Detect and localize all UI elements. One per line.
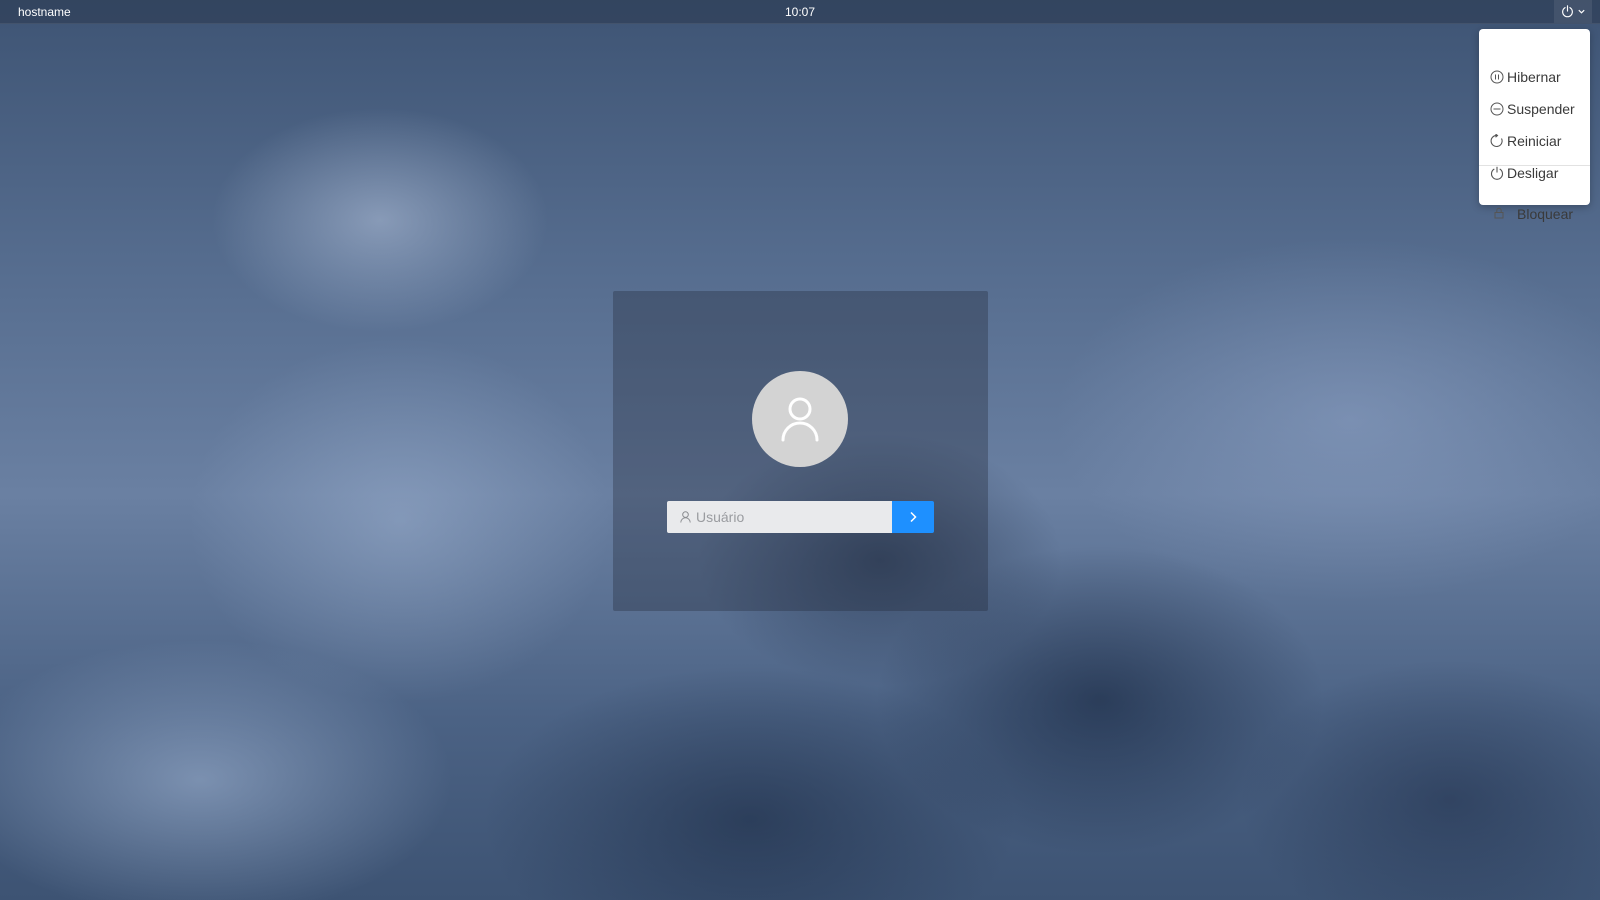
menu-item-label: Hibernar	[1507, 69, 1561, 85]
menu-item-suspend[interactable]: Suspender	[1479, 94, 1590, 124]
username-field[interactable]	[667, 501, 892, 533]
suspend-icon	[1490, 102, 1504, 116]
menu-item-label: Desligar	[1507, 165, 1559, 181]
power-dropdown-menu: Hibernar Suspender Reiniciar Desligar Bl…	[1479, 29, 1590, 222]
power-menu-button[interactable]	[1554, 0, 1592, 23]
clock: 10:07	[784, 5, 816, 19]
menu-item-label: Bloquear	[1517, 206, 1574, 222]
chevron-down-icon	[1577, 7, 1586, 16]
login-screen: hostname 10:07 Hibernar Suspender Reinic…	[0, 0, 1600, 900]
user-avatar-icon	[752, 371, 848, 467]
lock-icon	[1493, 207, 1507, 221]
menu-item-restart[interactable]: Reiniciar	[1479, 126, 1590, 156]
menu-item-label: Reiniciar	[1507, 133, 1562, 149]
top-bar: hostname 10:07	[0, 0, 1600, 24]
menu-item-lock[interactable]: Bloquear	[1479, 199, 1590, 229]
power-off-icon	[1490, 166, 1504, 180]
menu-item-hibernate[interactable]: Hibernar	[1479, 62, 1590, 92]
power-icon	[1561, 5, 1574, 18]
username-input[interactable]	[696, 509, 876, 525]
menu-separator	[1479, 165, 1590, 166]
login-submit-button[interactable]	[892, 501, 934, 533]
restart-icon	[1490, 134, 1504, 148]
login-card	[613, 291, 988, 611]
hibernate-icon	[1490, 70, 1504, 84]
user-icon	[680, 511, 691, 523]
chevron-right-icon	[908, 511, 918, 523]
menu-item-label: Suspender	[1507, 101, 1575, 117]
menu-item-shutdown[interactable]: Desligar	[1479, 158, 1590, 188]
